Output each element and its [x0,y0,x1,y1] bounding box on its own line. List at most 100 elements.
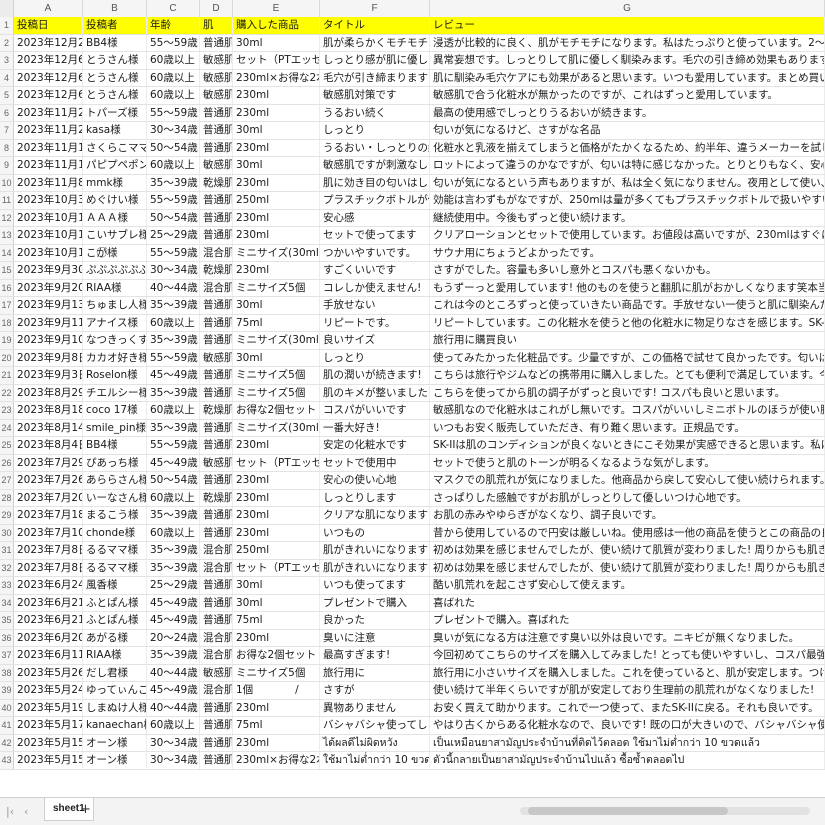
cell-a[interactable]: 2023年8月29日 [14,384,83,401]
cell-d[interactable]: 乾燥肌 [200,174,233,191]
row-number[interactable]: 1 [0,17,14,34]
cell-g[interactable]: 最高の使用感でしっとりうるおいが続きます。 [430,104,825,121]
cell-f[interactable]: 肌のキメが整いました! [320,384,430,401]
cell-e[interactable]: 230ml×お得な2本セット [233,69,320,86]
row-number[interactable]: 19 [0,332,14,349]
cell-a[interactable]: 2023年6月21日 [14,612,83,629]
cell-b[interactable]: さくらこママ様 [83,139,147,156]
cell-b[interactable]: カカオ好き様 [83,349,147,366]
cell-f[interactable]: 安定の化粧水です [320,437,430,454]
cell-e[interactable]: 30ml [233,349,320,366]
cell-g[interactable]: 継続使用中。今後もずっと使い続けます。 [430,209,825,226]
cell-a[interactable]: 2023年12月6日 [14,87,83,104]
cell-c[interactable]: 35～39歳 [147,332,200,349]
cell-a[interactable]: 2023年8月18日 [14,402,83,419]
cell-b[interactable]: まるこう様 [83,507,147,524]
spreadsheet-grid[interactable]: ABCDEFG 1 投稿日 投稿者 年齢肌購入した商品 タイトル レビュー 2 2023年12… [0,0,825,797]
cell-a[interactable]: 2023年9月11日 [14,314,83,331]
cell-c[interactable]: 60歳以上 [147,524,200,541]
row-number[interactable]: 13 [0,227,14,244]
cell-f[interactable]: クリアな肌になります [320,507,430,524]
cell-e[interactable]: ミニサイズ(30ml)3個セット [233,244,320,261]
cell-c[interactable]: 60歳以上 [147,87,200,104]
cell-b[interactable]: しまぬけ人様 [83,699,147,716]
cell-d[interactable]: 普通肌 [200,384,233,401]
cell-f[interactable]: コレしか使えません! [320,279,430,296]
cell-c[interactable]: 60歳以上 [147,489,200,506]
cell-d[interactable]: 混合肌 [200,682,233,699]
row-number[interactable]: 26 [0,454,14,471]
cell-f[interactable]: 良いサイズ [320,332,430,349]
cell-e[interactable]: 30ml [233,34,320,51]
cell-b[interactable]: ぴあっち様 [83,454,147,471]
cell-e[interactable]: 30ml [233,122,320,139]
cell-b[interactable]: オーン様 [83,734,147,751]
row-number[interactable]: 30 [0,524,14,541]
cell-b[interactable]: あがる様 [83,629,147,646]
cell-d[interactable]: 普通肌 [200,437,233,454]
cell-b[interactable]: あららさん様 [83,472,147,489]
header-cell-b[interactable]: 投稿者 [83,17,147,34]
cell-d[interactable]: 混合肌 [200,542,233,559]
cell-e[interactable]: ミニサイズ5個 [233,384,320,401]
cell-f[interactable]: セットで使用中 [320,454,430,471]
cell-g[interactable]: 使い続けて半年くらいですが肌が安定しており生理前の肌荒れがなくなりました! [430,682,825,699]
cell-e[interactable]: セット（PTエッセンス+クリ [233,52,320,69]
cell-a[interactable]: 2023年11月13日 [14,139,83,156]
cell-b[interactable]: 風香様 [83,577,147,594]
row-number[interactable]: 7 [0,122,14,139]
cell-e[interactable]: 230ml [233,262,320,279]
cell-b[interactable]: めぐけい様 [83,192,147,209]
row-number[interactable]: 33 [0,577,14,594]
cell-d[interactable]: 乾燥肌 [200,262,233,279]
cell-c[interactable]: 55～59歳 [147,192,200,209]
add-sheet-button[interactable]: + [80,802,91,817]
cell-c[interactable]: 30～34歳 [147,752,200,769]
cell-f[interactable]: ใช้มาไม่ต่ำกว่า 10 ขวด [320,752,430,769]
cell-c[interactable]: 35～39歳 [147,647,200,664]
cell-b[interactable]: kanaechan様 [83,717,147,734]
cell-f[interactable]: 最高すぎます! [320,647,430,664]
cell-a[interactable]: 2023年10月16日 [14,227,83,244]
cell-f[interactable]: 肌がきれいになります [320,542,430,559]
cell-e[interactable]: セット（PTエッセンス+クリ [233,559,320,576]
row-number[interactable]: 17 [0,297,14,314]
cell-a[interactable]: 2023年6月20日 [14,629,83,646]
cell-e[interactable]: 230ml [233,87,320,104]
cell-a[interactable]: 2023年9月20日 [14,279,83,296]
cell-a[interactable]: 2023年10月31日 [14,192,83,209]
cell-f[interactable]: いつも使ってます [320,577,430,594]
row-number[interactable]: 18 [0,314,14,331]
cell-a[interactable]: 2023年7月10日 [14,524,83,541]
cell-f[interactable]: すごくいいです [320,262,430,279]
cell-g[interactable]: 効能は言わずもがなですが、250mlは量が多くてもプラスチックボトルで扱いやすい… [430,192,825,209]
cell-g[interactable]: もうずーっと愛用しています! 他のものを使うと翻肌に肌がおかしくなります笑本当に… [430,279,825,296]
cell-c[interactable]: 60歳以上 [147,717,200,734]
cell-a[interactable]: 2023年7月20日 [14,489,83,506]
cell-a[interactable]: 2023年11月23日 [14,104,83,121]
cell-e[interactable]: 230ml [233,489,320,506]
cell-d[interactable]: 敏感肌 [200,87,233,104]
cell-f[interactable]: 一番大好き! [320,419,430,436]
row-number[interactable]: 32 [0,559,14,576]
cell-g[interactable]: こちらを使ってから肌の調子がずっと良いです! コスパも良いと思います。 [430,384,825,401]
cell-g[interactable]: 酷い肌荒れを起こさず安心して使えます。 [430,577,825,594]
cell-d[interactable]: 普通肌 [200,612,233,629]
cell-a[interactable]: 2023年12月6日 [14,69,83,86]
cell-b[interactable]: ちゅまし人様 [83,297,147,314]
cell-c[interactable]: 45～49歳 [147,367,200,384]
header-cell-a[interactable]: 投稿日 [14,17,83,34]
cell-e[interactable]: 230ml [233,524,320,541]
cell-c[interactable]: 60歳以上 [147,69,200,86]
cell-g[interactable]: お肌の赤みやゆらぎがなくなり、調子良いです。 [430,507,825,524]
cell-d[interactable]: 混合肌 [200,279,233,296]
cell-a[interactable]: 2023年7月8日 [14,559,83,576]
cell-e[interactable]: 250ml [233,192,320,209]
cell-d[interactable]: 普通肌 [200,594,233,611]
row-number[interactable]: 40 [0,699,14,716]
cell-c[interactable]: 30～34歳 [147,122,200,139]
row-number[interactable]: 12 [0,209,14,226]
cell-d[interactable]: 普通肌 [200,332,233,349]
cell-f[interactable]: いつもの [320,524,430,541]
cell-b[interactable]: トパーズ様 [83,104,147,121]
